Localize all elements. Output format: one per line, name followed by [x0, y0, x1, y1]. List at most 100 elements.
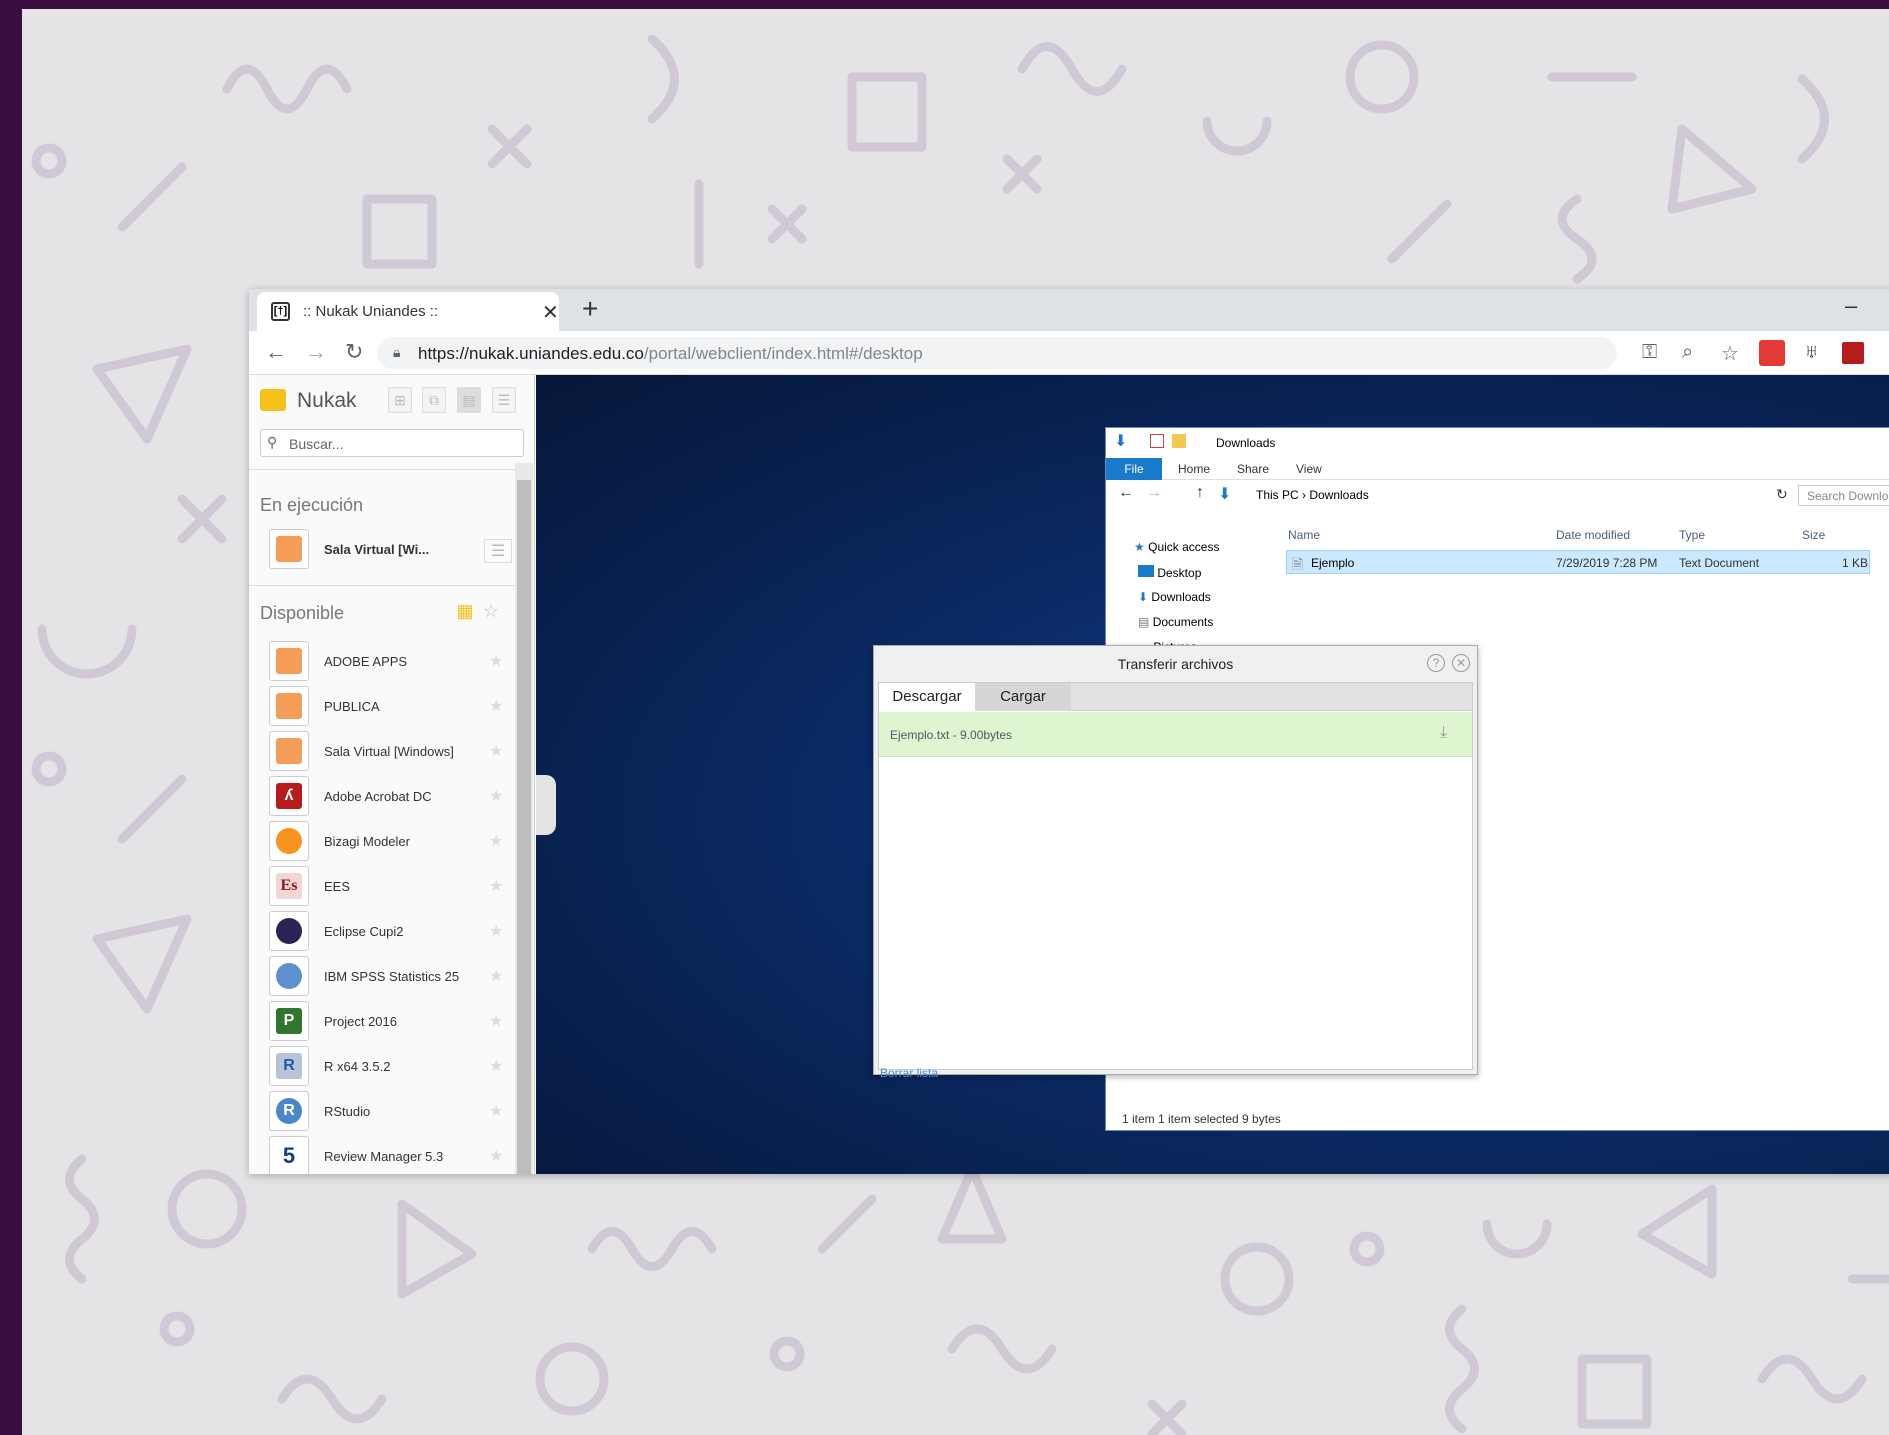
- app-item[interactable]: R R x64 3.5.2 ★: [249, 1044, 521, 1088]
- calendar-extension-icon[interactable]: [1759, 340, 1785, 366]
- app-label: Review Manager 5.3: [324, 1149, 444, 1164]
- download-icon[interactable]: ⤓: [1440, 724, 1447, 742]
- new-tab-button[interactable]: +: [582, 293, 598, 325]
- scrollbar-thumb[interactable]: [517, 480, 531, 1174]
- remote-desktop[interactable]: ⬇ Downloads – ☐ ✕ File Home Share View ←…: [536, 375, 1889, 1174]
- favorite-star-icon[interactable]: ★: [489, 741, 503, 761]
- divider: [249, 469, 521, 470]
- copy-icon[interactable]: ⧉: [422, 387, 446, 413]
- back-icon[interactable]: ←: [265, 339, 287, 365]
- app-item[interactable]: ʎ Adobe Acrobat DC ★: [249, 774, 521, 818]
- close-icon[interactable]: ✕: [1452, 654, 1470, 672]
- app-item[interactable]: 5 Review Manager 5.3 ★: [249, 1134, 521, 1174]
- app-item[interactable]: R RStudio ★: [249, 1089, 521, 1133]
- pdf-extension-icon[interactable]: [1842, 342, 1864, 364]
- favorite-star-icon[interactable]: ★: [489, 1101, 503, 1121]
- app-item[interactable]: Es EES ★: [249, 864, 521, 908]
- app-item[interactable]: Eclipse Cupi2 ★: [249, 909, 521, 953]
- ribbon-view-tab[interactable]: View: [1296, 462, 1322, 476]
- favorites-star-icon[interactable]: ☆: [479, 599, 503, 625]
- app-menu-icon[interactable]: ☰: [484, 539, 513, 563]
- extension-icon[interactable]: ♅: [1804, 341, 1819, 364]
- spss-icon: [269, 956, 309, 996]
- app-item[interactable]: IBM SPSS Statistics 25 ★: [249, 954, 521, 998]
- favorite-star-icon[interactable]: ★: [489, 1146, 503, 1166]
- browser-window: [†] :: Nukak Uniandes :: ✕ + – ← → ↻ 🔒︎ …: [249, 289, 1889, 1174]
- nav-desktop[interactable]: Desktop: [1138, 565, 1201, 580]
- app-item[interactable]: Sala Virtual [Windows] ★: [249, 729, 521, 773]
- search-input[interactable]: ⚲ Buscar...: [260, 429, 524, 457]
- close-tab-icon[interactable]: ✕: [542, 300, 559, 325]
- minimize-icon[interactable]: –: [1845, 293, 1857, 319]
- favorite-star-icon[interactable]: ★: [489, 696, 503, 716]
- desktop-icon: [1138, 565, 1154, 577]
- favicon-icon: [†]: [271, 302, 290, 321]
- app-item[interactable]: P Project 2016 ★: [249, 999, 521, 1043]
- search-placeholder: Buscar...: [289, 436, 344, 452]
- downloads-icon: ⬇: [1138, 590, 1149, 604]
- ribbon-home-tab[interactable]: Home: [1178, 462, 1210, 476]
- explorer-breadcrumb[interactable]: This PC › Downloads: [1256, 488, 1369, 502]
- explorer-search-input[interactable]: Search Downloads: [1798, 485, 1889, 506]
- refresh-icon[interactable]: ↻: [1776, 486, 1788, 503]
- panel-handle[interactable]: [536, 775, 556, 835]
- favorite-star-icon[interactable]: ★: [489, 831, 503, 851]
- reload-icon[interactable]: ↻: [345, 339, 363, 365]
- folder-icon[interactable]: [1172, 434, 1186, 448]
- cloud-desktop-icon: [269, 731, 309, 771]
- tab-descargar[interactable]: Descargar: [879, 683, 975, 711]
- download-entry[interactable]: Ejemplo.txt - 9.00bytes ⤓: [879, 712, 1472, 757]
- cloud-desktop-icon: [269, 529, 309, 569]
- file-row[interactable]: 🗎︎ Ejemplo 7/29/2019 7:28 PM Text Docume…: [1286, 550, 1870, 574]
- forward-icon[interactable]: →: [305, 339, 327, 365]
- app-item[interactable]: PUBLICA ★: [249, 684, 521, 728]
- properties-icon[interactable]: [1150, 434, 1164, 448]
- running-app-item[interactable]: Sala Virtual [Wi... ☰: [249, 527, 521, 571]
- grid-view-icon[interactable]: ▦: [453, 599, 477, 625]
- column-type[interactable]: Type: [1679, 528, 1705, 542]
- browser-tab[interactable]: [†] :: Nukak Uniandes :: ✕: [257, 292, 559, 331]
- column-size[interactable]: Size: [1802, 528, 1825, 542]
- tab-strip: [†] :: Nukak Uniandes :: ✕ + –: [249, 289, 1889, 331]
- favorite-star-icon[interactable]: ★: [489, 966, 503, 986]
- column-date[interactable]: Date modified: [1556, 528, 1630, 542]
- favorite-star-icon[interactable]: ★: [489, 1011, 503, 1031]
- address-bar: ← → ↻ 🔒︎ https://nukak.uniandes.edu.co/p…: [249, 331, 1889, 375]
- explorer-status: 1 item 1 item selected 9 bytes: [1122, 1112, 1281, 1126]
- ribbon-file-tab[interactable]: File: [1106, 458, 1162, 480]
- list-icon[interactable]: ☰: [492, 387, 516, 413]
- column-name[interactable]: Name: [1288, 528, 1320, 542]
- forward-icon[interactable]: →: [1146, 484, 1162, 502]
- ribbon-share-tab[interactable]: Share: [1237, 462, 1269, 476]
- favorite-star-icon[interactable]: ★: [489, 786, 503, 806]
- zoom-icon[interactable]: ⌕: [1682, 341, 1693, 364]
- tree-view-icon[interactable]: ⊞: [388, 387, 412, 413]
- nav-quick-access[interactable]: ★ Quick access: [1134, 540, 1219, 554]
- key-icon[interactable]: ⚿: [1642, 341, 1657, 364]
- explorer-search-placeholder: Search Downloads: [1807, 489, 1889, 503]
- acrobat-icon: ʎ: [269, 776, 309, 816]
- app-label: EES: [324, 879, 351, 894]
- cloud-desktop-icon: [269, 641, 309, 681]
- favorite-star-icon[interactable]: ★: [489, 921, 503, 941]
- app-label: IBM SPSS Statistics 25: [324, 969, 460, 984]
- cloud-desktop-icon: [269, 686, 309, 726]
- nav-downloads[interactable]: ⬇ Downloads: [1138, 590, 1211, 604]
- url-text: https://nukak.uniandes.edu.co/portal/web…: [418, 344, 923, 364]
- favorite-star-icon[interactable]: ★: [489, 876, 503, 896]
- ribbon-tabs: File Home Share View: [1106, 458, 1889, 480]
- back-icon[interactable]: ←: [1118, 484, 1134, 502]
- url-field[interactable]: 🔒︎ https://nukak.uniandes.edu.co/portal/…: [377, 337, 1617, 369]
- app-item[interactable]: ADOBE APPS ★: [249, 639, 521, 683]
- help-icon[interactable]: ?: [1427, 654, 1445, 672]
- favorite-star-icon[interactable]: ★: [489, 651, 503, 671]
- clipboard-icon[interactable]: ▤: [457, 387, 481, 413]
- nav-documents[interactable]: ▤ Documents: [1138, 615, 1213, 629]
- tab-cargar[interactable]: Cargar: [975, 683, 1071, 711]
- project-icon: P: [269, 1001, 309, 1041]
- favorite-star-icon[interactable]: ★: [489, 1056, 503, 1076]
- up-icon[interactable]: ↑: [1196, 484, 1204, 502]
- bookmark-star-icon[interactable]: ☆: [1721, 341, 1739, 366]
- app-item[interactable]: Bizagi Modeler ★: [249, 819, 521, 863]
- clear-list-link[interactable]: Borrar lista: [880, 1066, 938, 1080]
